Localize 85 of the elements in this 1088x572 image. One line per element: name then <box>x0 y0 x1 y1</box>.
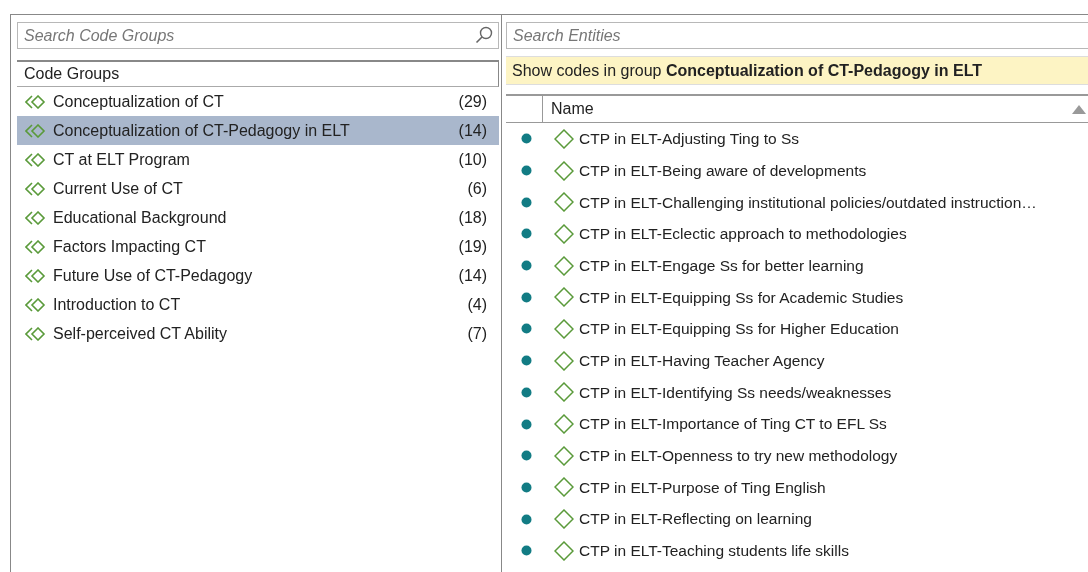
code-diamond-icon <box>554 287 574 308</box>
group-count: (18) <box>458 207 487 228</box>
column-header[interactable]: Code Groups <box>17 60 499 87</box>
group-name: Conceptualization of CT-Pedagogy in ELT <box>53 120 351 141</box>
search-field[interactable]: Search Code Groups <box>17 22 499 49</box>
code-diamond-icon <box>554 255 574 276</box>
status-dot-icon <box>521 323 532 335</box>
code-diamond-icon <box>554 540 574 561</box>
code-group-row[interactable]: Current Use of CT (6) <box>17 174 499 203</box>
code-name[interactable]: CTP in ELT-Eclectic approach to methodologies <box>579 222 907 246</box>
code-name[interactable]: CTP in ELT-Having Teacher Agency <box>579 349 825 373</box>
code-diamond-icon <box>554 350 574 371</box>
code-name[interactable]: CTP in ELT-Reflecting on learning <box>579 507 812 531</box>
status-dot-icon <box>521 513 532 525</box>
code-group-icon <box>25 239 47 254</box>
group-count: (4) <box>467 294 487 315</box>
status-dot-icon <box>521 481 532 493</box>
code-group-row[interactable]: Conceptualization of CT-Pedagogy in ELT (14) <box>17 116 499 145</box>
search-field[interactable]: Search Entities <box>506 22 1088 49</box>
sort-ascending-icon[interactable] <box>1072 104 1086 114</box>
group-name: Current Use of CT <box>53 178 184 199</box>
group-name: Self-perceived CT Ability <box>53 323 228 344</box>
code-group-icon <box>25 326 47 341</box>
status-dot-icon <box>521 450 532 462</box>
status-dot-icon <box>521 133 532 145</box>
code-group-icon <box>25 297 47 312</box>
code-group-icon <box>25 123 47 138</box>
code-group-row[interactable]: Introduction to CT (4) <box>17 290 499 319</box>
group-name: Introduction to CT <box>53 294 182 315</box>
code-name[interactable]: CTP in ELT-Importance of Ting CT to EFL Ss <box>579 412 887 436</box>
code-diamond-icon <box>554 477 574 498</box>
code-group-row[interactable]: CT at ELT Program (10) <box>17 145 499 174</box>
code-group-row[interactable]: Educational Background (18) <box>17 203 499 232</box>
code-name[interactable]: CTP in ELT-Identifying Ss needs/weaknesses <box>579 380 892 404</box>
code-name[interactable]: CTP in ELT-Adjusting Ting to Ss <box>579 127 799 151</box>
status-dot-icon <box>521 386 532 398</box>
status-dot-icon <box>521 165 532 177</box>
code-group-row[interactable]: Conceptualization of CT (29) <box>17 87 499 116</box>
group-count: (7) <box>467 323 487 344</box>
code-diamond-icon <box>554 223 574 244</box>
group-count: (29) <box>458 91 487 112</box>
status-dot-icon <box>521 260 532 272</box>
code-group-row[interactable]: Future Use of CT-Pedagogy (14) <box>17 261 499 290</box>
group-count: (14) <box>458 265 487 286</box>
code-group-icon <box>25 210 47 225</box>
code-group-icon <box>25 181 47 196</box>
code-name[interactable]: CTP in ELT-Purpose of Ting English <box>579 475 826 500</box>
code-name[interactable]: CTP in ELT-Equipping Ss for Academic Studies <box>579 285 904 309</box>
code-diamond-icon <box>554 160 574 181</box>
code-name[interactable]: CTP in ELT-Equipping Ss for Higher Education <box>579 317 899 341</box>
code-group-icon <box>25 94 47 109</box>
status-dot-icon <box>521 418 532 430</box>
code-name[interactable]: CTP in ELT-Engage Ss for better learning <box>579 253 864 278</box>
code-diamond-icon <box>554 509 574 530</box>
group-count: (14) <box>458 120 487 141</box>
code-group-icon <box>25 152 47 167</box>
group-name: Conceptualization of CT <box>53 91 225 112</box>
group-name: CT at ELT Program <box>53 149 191 170</box>
status-dot-icon <box>521 291 532 303</box>
code-name[interactable]: CTP in ELT-Openness to try new methodology <box>579 444 898 468</box>
code-name[interactable]: CTP in ELT-Being aware of developments <box>579 158 867 183</box>
group-name: Future Use of CT-Pedagogy <box>53 265 254 286</box>
filter-banner-text: Show codes in group Conceptualization of CT-Pedagogy in ELT <box>512 60 983 81</box>
group-name: Factors Impacting CT <box>53 236 207 257</box>
code-diamond-icon <box>554 318 574 339</box>
code-diamond-icon <box>554 192 574 213</box>
code-group-row[interactable]: Self-perceived CT Ability (7) <box>17 319 499 348</box>
code-diamond-icon <box>554 445 574 466</box>
group-name: Educational Background <box>53 207 228 228</box>
code-name[interactable]: CTP in ELT-Challenging institutional policies/outdated instruction… <box>579 190 1037 214</box>
status-dot-icon <box>521 228 532 240</box>
code-diamond-icon <box>554 382 574 403</box>
group-count: (10) <box>458 149 487 170</box>
column-header[interactable]: Name <box>543 97 1072 121</box>
group-count: (19) <box>458 236 487 257</box>
code-name[interactable]: CTP in ELT-Teaching students life skills <box>579 539 849 563</box>
code-group-icon <box>25 268 47 283</box>
search-icon[interactable] <box>475 26 493 44</box>
status-dot-icon <box>521 196 532 208</box>
code-diamond-icon <box>554 128 574 149</box>
group-count: (6) <box>467 178 487 199</box>
code-group-row[interactable]: Factors Impacting CT (19) <box>17 232 499 261</box>
status-dot-icon <box>521 545 532 557</box>
code-diamond-icon <box>554 414 574 435</box>
status-dot-icon <box>521 355 532 367</box>
